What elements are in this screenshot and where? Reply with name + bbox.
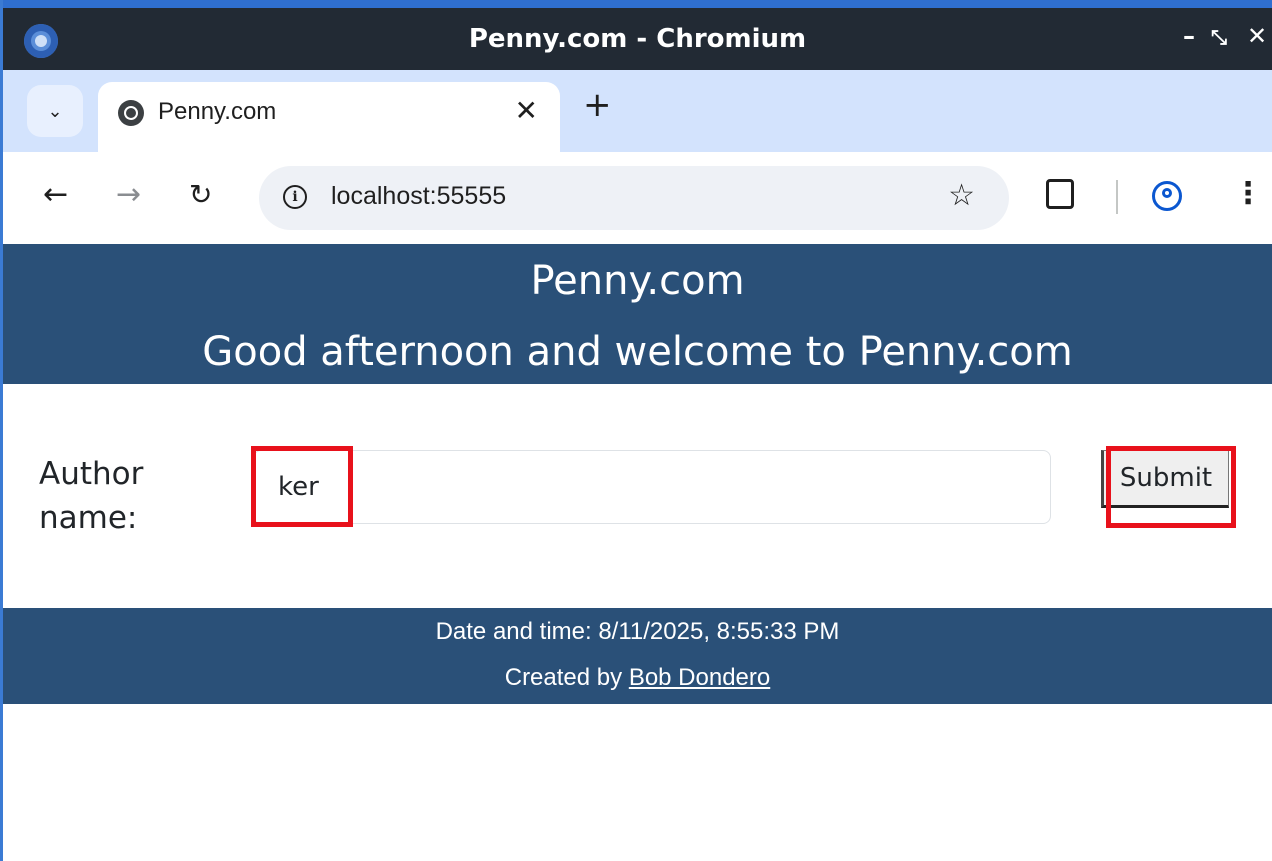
chevron-down-icon: ⌄ [47,100,63,122]
author-name-input[interactable]: ker [253,450,1051,524]
new-tab-button[interactable]: + [583,88,612,122]
tab-title: Penny.com [158,98,277,125]
created-by-text: Created by [504,664,629,691]
site-title: Penny.com [530,258,745,304]
reload-icon[interactable]: ↻ [189,180,212,210]
info-icon[interactable]: i [283,185,307,209]
close-tab-icon[interactable]: ✕ [515,94,538,127]
page-header: Penny.com Good afternoon and welcome to … [3,244,1272,384]
tab-search-button[interactable]: ⌄ [27,85,83,137]
url-text[interactable]: localhost:55555 [331,182,506,211]
minimize-button[interactable]: – [1183,22,1195,50]
author-link[interactable]: Bob Dondero [629,664,770,691]
forward-icon[interactable]: → [116,180,141,210]
author-name-label: Author name: [39,456,144,536]
browser-window: Penny.com - Chromium – ⤡ ✕ ⌄ Penny.com ✕… [0,0,1272,861]
address-bar[interactable]: i localhost:55555 ☆ [259,166,1009,230]
menu-icon[interactable]: ⋮ [1233,174,1263,214]
globe-icon [118,100,144,126]
browser-toolbar: ← → ↻ i localhost:55555 ☆ ⋮ [3,152,1272,244]
profile-icon[interactable] [1152,181,1182,211]
close-window-button[interactable]: ✕ [1247,22,1267,50]
tab-penny[interactable]: Penny.com ✕ [98,82,560,152]
page-footer: Date and time: 8/11/2025, 8:55:33 PM Cre… [3,608,1272,704]
welcome-message: Good afternoon and welcome to Penny.com [202,329,1073,375]
back-icon[interactable]: ← [43,180,68,210]
maximize-button[interactable]: ⤡ [1211,25,1227,49]
created-by-line: Created by Bob Dondero [3,664,1272,692]
star-icon[interactable]: ☆ [948,180,975,212]
title-bar: Penny.com - Chromium – ⤡ ✕ [3,0,1272,70]
toolbar-divider [1116,180,1118,214]
extensions-icon[interactable] [1046,179,1074,209]
submit-button[interactable]: Submit [1101,450,1229,508]
window-title: Penny.com - Chromium [468,24,807,54]
tab-strip: ⌄ Penny.com ✕ + [3,70,1272,152]
date-time-text: Date and time: 8/11/2025, 8:55:33 PM [435,618,840,645]
